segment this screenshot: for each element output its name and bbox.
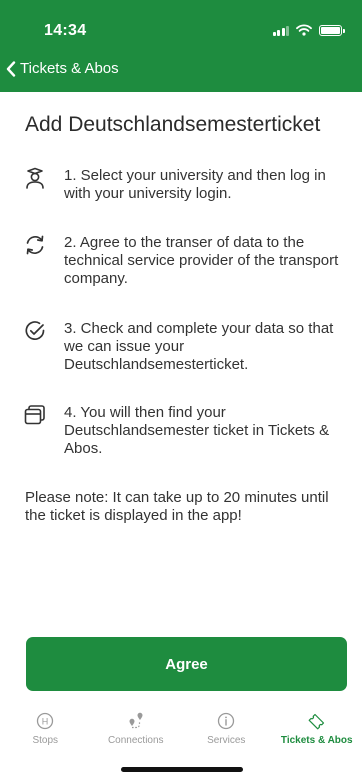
tab-services[interactable]: Services [181, 712, 272, 746]
battery-icon [319, 24, 345, 36]
step-text: 2. Agree to the transer of data to the t… [64, 234, 339, 287]
tab-label: Services [207, 735, 246, 746]
tab-connections[interactable]: Connections [91, 712, 182, 746]
chevron-left-icon [6, 60, 16, 77]
step-item: 2. Agree to the transer of data to the t… [24, 234, 354, 288]
ticket-icon [308, 713, 324, 730]
tickets-icon [24, 405, 45, 425]
tab-label: Connections [107, 735, 164, 746]
step-item: 3. Check and complete your data so that … [24, 320, 354, 374]
signal-icon [272, 25, 289, 36]
check-circle-icon [25, 321, 45, 340]
tab-label: Stops [32, 735, 59, 746]
status-icons [272, 24, 345, 36]
note-text: Please note: It can take up to 20 minute… [25, 489, 329, 524]
step-item: 1. Select your university and then log i… [24, 167, 354, 203]
back-label: Tickets & Abos [20, 60, 119, 77]
step-text: 3. Check and complete your data so that … [64, 320, 334, 373]
step-text: 1. Select your university and then log i… [64, 167, 326, 202]
student-icon [26, 167, 44, 189]
sync-icon [26, 235, 44, 255]
tab-label: Tickets & Abos [280, 735, 353, 746]
info-icon [218, 712, 235, 730]
tab-tickets-abos[interactable]: Tickets & Abos [272, 712, 362, 746]
agree-button[interactable]: Agree [26, 637, 347, 691]
app-header: 14:34 Tickets & Abos [0, 0, 362, 92]
step-text: 4. You will then find your Deutschlandse… [64, 404, 330, 457]
page-title: Add Deutschlandsemesterticket [25, 113, 321, 136]
step-item: 4. You will then find your Deutschlandse… [24, 404, 354, 458]
wifi-icon [296, 24, 312, 36]
stop-h-icon: H [37, 712, 54, 730]
status-time: 14:34 [44, 22, 87, 39]
tab-bar: H Stops Connections Services Tickets & A… [0, 712, 362, 746]
route-pins-icon [129, 712, 143, 729]
tab-stops[interactable]: H Stops [0, 712, 91, 746]
svg-text:H: H [42, 716, 49, 726]
back-button[interactable]: Tickets & Abos [6, 60, 119, 77]
home-indicator [121, 767, 243, 772]
